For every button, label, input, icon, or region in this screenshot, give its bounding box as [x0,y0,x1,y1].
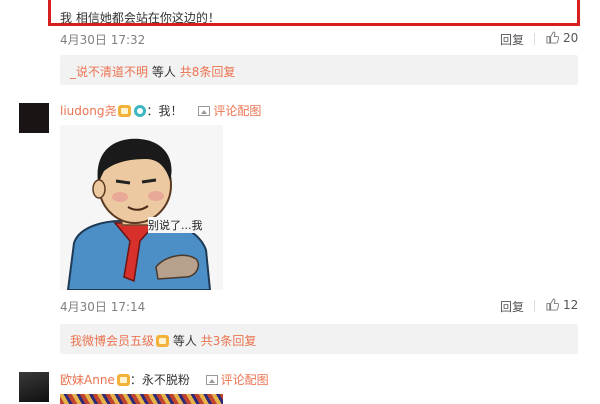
sub-reply-count-link[interactable]: 共8条回复 [180,65,236,79]
comment-header: liudong尧 ：我！ 评论配图 [60,102,261,119]
member-badge-icon[interactable] [118,105,132,117]
sub-reply-text: 等人 [172,334,197,348]
thumbs-up-icon [546,298,559,311]
divider [534,300,535,312]
sub-reply-user[interactable]: 我微博会员五级 [70,334,154,348]
image-icon [198,106,211,116]
sub-reply-count-link[interactable]: 共3条回复 [201,334,257,348]
like-button[interactable]: 20 [546,31,578,45]
like-count: 12 [563,298,579,312]
comment-header: 欧妹Anne ：永不脱粉 评论配图 [60,371,269,388]
avatar[interactable] [19,372,49,402]
comment-text: 我 相信她都会站在你这边的！ [60,11,220,25]
avatar[interactable] [19,103,49,133]
eye-badge-icon[interactable] [134,105,147,117]
image-icon [205,375,218,385]
comment-pic-link[interactable]: 评论配图 [198,104,261,118]
sub-reply-text: 等人 [151,65,176,79]
username[interactable]: liudong尧 [60,104,116,118]
username[interactable]: 欧妹Anne [60,373,115,387]
comment-image[interactable] [60,394,223,404]
reply-button[interactable]: 回复 [500,31,524,48]
divider [534,33,535,45]
comment-text: ：永不脱粉 [129,373,190,387]
comment-text: ：我！ [146,104,183,118]
sub-reply-summary[interactable]: 我微博会员五级 等人 共3条回复 [60,324,578,354]
reply-button[interactable]: 回复 [500,298,524,315]
comment-date: 4月30日 17:14 [60,300,146,314]
like-count: 20 [563,31,579,45]
comment-image[interactable]: 别说了...我 [60,125,223,291]
meme-caption: 别说了...我 [148,217,203,233]
member-badge-icon[interactable] [156,335,170,347]
member-badge-icon[interactable] [116,374,130,386]
comment-date: 4月30日 17:32 [60,33,146,47]
meme-illustration [66,138,212,291]
sub-reply-user[interactable]: _说不清道不明 [70,65,148,79]
comment-pic-link[interactable]: 评论配图 [205,373,269,387]
like-button[interactable]: 12 [546,298,578,312]
sub-reply-summary[interactable]: _说不清道不明 等人 共8条回复 [60,55,578,85]
thumbs-up-icon [546,31,559,44]
